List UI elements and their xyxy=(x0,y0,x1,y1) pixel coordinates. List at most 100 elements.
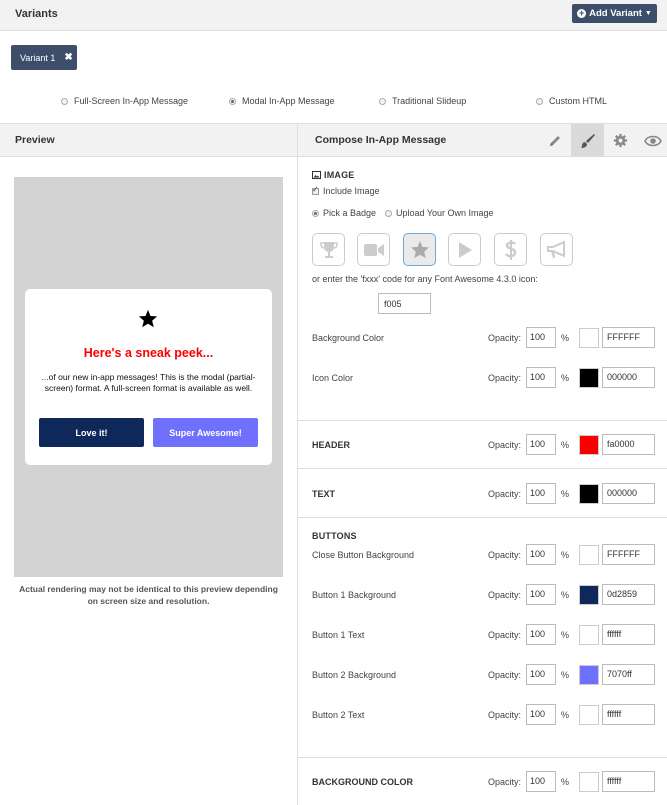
hex-input[interactable]: fa0000 xyxy=(602,434,655,455)
add-variant-label: Add Variant xyxy=(589,8,642,19)
row-label: Button 1 Background xyxy=(312,590,397,600)
row-label: HEADER xyxy=(312,440,351,450)
hex-input[interactable]: 7070ff xyxy=(602,664,655,685)
percent-label: % xyxy=(561,590,570,600)
opacity-label: Opacity: xyxy=(488,440,522,450)
button-2-bg-row: Button 2 Background Opacity: 100 % 7070f… xyxy=(298,664,667,686)
caret-down-icon: ▼ xyxy=(644,10,652,17)
image-title-text: IMAGE xyxy=(324,170,355,180)
hex-input[interactable]: 0d2859 xyxy=(602,584,655,605)
row-label: Button 2 Background xyxy=(312,670,397,680)
opacity-label: Opacity: xyxy=(488,670,522,680)
row-label: Button 2 Text xyxy=(312,710,365,720)
radio-slideup[interactable]: Traditional Slideup xyxy=(379,96,466,106)
color-swatch[interactable] xyxy=(579,435,599,455)
opacity-input[interactable]: 100 xyxy=(526,367,556,388)
radio-custom-html[interactable]: Custom HTML xyxy=(536,96,607,106)
button-1-text-row: Button 1 Text Opacity: 100 % ffffff xyxy=(298,624,667,646)
gear-icon[interactable] xyxy=(604,124,637,157)
close-button-bg-row: Close Button Background Opacity: 100 % F… xyxy=(298,544,667,566)
radio-full-screen[interactable]: Full-Screen In-App Message xyxy=(61,96,188,106)
modal-button-2[interactable]: Super Awesome! xyxy=(153,418,258,447)
color-swatch[interactable] xyxy=(579,328,599,348)
play-icon[interactable] xyxy=(448,233,481,266)
buttons-section-title: BUTTONS xyxy=(312,531,357,541)
radio-label: Custom HTML xyxy=(549,96,608,106)
include-image-checkbox[interactable] xyxy=(312,185,319,196)
radio-label: Traditional Slideup xyxy=(392,96,467,106)
color-swatch[interactable] xyxy=(579,484,599,504)
opacity-label: Opacity: xyxy=(488,489,522,499)
opacity-input[interactable]: 100 xyxy=(526,584,556,605)
hex-input[interactable]: FFFFFF xyxy=(602,327,655,348)
hex-input[interactable]: ffffff xyxy=(602,624,655,645)
opacity-input[interactable]: 100 xyxy=(526,327,556,348)
color-swatch[interactable] xyxy=(579,665,599,685)
pick-badge-label: Pick a Badge xyxy=(323,208,377,218)
percent-label: % xyxy=(561,489,570,499)
row-label: Icon Color xyxy=(312,373,354,383)
radio-button-selected[interactable] xyxy=(229,97,236,105)
opacity-input[interactable]: 100 xyxy=(526,664,556,685)
radio-modal[interactable]: Modal In-App Message xyxy=(229,96,335,106)
radio-button[interactable] xyxy=(379,97,386,105)
modal-button-1[interactable]: Love it! xyxy=(39,418,144,447)
pencil-icon[interactable] xyxy=(538,124,571,157)
opacity-input[interactable]: 100 xyxy=(526,544,556,565)
video-camera-icon[interactable] xyxy=(357,233,390,266)
preview-title: Preview xyxy=(15,134,55,146)
radio-button[interactable] xyxy=(385,210,392,218)
star-icon[interactable] xyxy=(403,233,436,266)
header-color-row: HEADER Opacity: 100 % fa0000 xyxy=(298,434,667,456)
color-swatch[interactable] xyxy=(579,545,599,565)
radio-label: Modal In-App Message xyxy=(242,96,335,106)
radio-button[interactable] xyxy=(536,97,543,105)
modal-preview: Here's a sneak peek... ...of our new in-… xyxy=(25,289,272,465)
close-icon[interactable]: ✖ xyxy=(64,52,72,63)
opacity-input[interactable]: 100 xyxy=(526,704,556,725)
include-image-option[interactable]: Include Image xyxy=(312,185,380,196)
percent-label: % xyxy=(561,440,570,450)
opacity-label: Opacity: xyxy=(488,630,522,640)
percent-label: % xyxy=(561,710,570,720)
opacity-input[interactable]: 100 xyxy=(526,624,556,645)
color-swatch[interactable] xyxy=(579,368,599,388)
pick-badge-option[interactable]: Pick a Badge xyxy=(312,208,376,218)
paintbrush-icon[interactable] xyxy=(571,124,604,157)
section-divider xyxy=(298,757,667,758)
image-icon xyxy=(312,171,321,179)
star-icon xyxy=(138,309,158,331)
section-divider xyxy=(298,420,667,421)
percent-label: % xyxy=(561,373,570,383)
trophy-icon[interactable] xyxy=(312,233,345,266)
hex-input[interactable]: ffffff xyxy=(602,771,655,792)
color-swatch[interactable] xyxy=(579,585,599,605)
opacity-input[interactable]: 100 xyxy=(526,483,556,504)
hex-input[interactable]: 000000 xyxy=(602,483,655,504)
eye-icon[interactable] xyxy=(636,124,667,157)
font-awesome-code-input[interactable]: f005 xyxy=(378,293,431,314)
color-swatch[interactable] xyxy=(579,705,599,725)
opacity-input[interactable]: 100 xyxy=(526,434,556,455)
preview-panel-header: Preview xyxy=(0,123,297,157)
dollar-icon[interactable] xyxy=(494,233,527,266)
hex-input[interactable]: 000000 xyxy=(602,367,655,388)
modal-body: ...of our new in-app messages! This is t… xyxy=(41,372,256,393)
variant-tab[interactable]: Variant 1 ✖ xyxy=(11,45,77,70)
row-label: Background Color xyxy=(312,333,385,343)
compose-panel-header: Compose In-App Message xyxy=(297,123,667,157)
hex-input[interactable]: ffffff xyxy=(602,704,655,725)
radio-button[interactable] xyxy=(61,97,68,105)
megaphone-icon[interactable] xyxy=(540,233,573,266)
color-swatch[interactable] xyxy=(579,625,599,645)
variant-tab-label: Variant 1 xyxy=(20,52,56,63)
hex-input[interactable]: FFFFFF xyxy=(602,544,655,565)
add-variant-button[interactable]: + Add Variant ▼ xyxy=(572,4,657,23)
section-divider xyxy=(298,468,667,469)
color-swatch[interactable] xyxy=(579,772,599,792)
modal-header: Here's a sneak peek... xyxy=(83,346,214,360)
font-awesome-hint: or enter the 'fxxx' code for any Font Aw… xyxy=(312,274,538,284)
upload-image-option[interactable]: Upload Your Own Image xyxy=(385,208,494,218)
radio-button-selected[interactable] xyxy=(312,210,319,218)
opacity-input[interactable]: 100 xyxy=(526,771,556,792)
